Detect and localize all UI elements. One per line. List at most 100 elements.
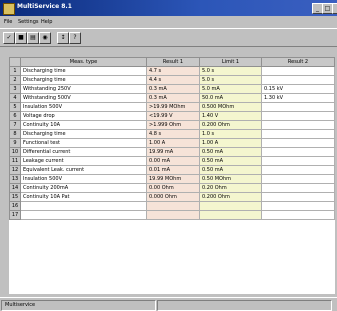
result-1-cell[interactable]: >1.999 Ohm <box>146 120 200 130</box>
result-1-cell[interactable]: 4.7 s <box>146 66 200 76</box>
row-number-cell[interactable]: 1 <box>9 66 21 76</box>
result-2-cell[interactable] <box>261 192 335 202</box>
row-number-cell[interactable]: 2 <box>9 75 21 85</box>
meas-type-cell[interactable]: Withstanding 500V <box>20 93 147 103</box>
table-row[interactable]: 5 Insulation 500V >19.99 MOhm 0.500 MOhm <box>9 102 335 112</box>
menu-file[interactable]: File <box>4 19 12 25</box>
column-header-limit-1[interactable]: Limit 1 <box>199 57 262 67</box>
table-row[interactable]: 15 Continuity 10A Pat 0.000 Ohm 0.200 Ohm <box>9 192 335 202</box>
meas-type-cell[interactable]: Discharging time <box>20 129 147 139</box>
result-1-cell[interactable]: 0.000 Ohm <box>146 192 200 202</box>
table-row[interactable]: 17 <box>9 210 335 220</box>
meas-type-cell[interactable]: Insulation 500V <box>20 102 147 112</box>
table-row[interactable]: 6 Voltage drop <19.99 V 1.40 V <box>9 111 335 121</box>
limit-1-cell[interactable]: 1.00 A <box>199 138 262 148</box>
result-1-cell[interactable]: <19.99 V <box>146 111 200 121</box>
result-1-cell[interactable]: >19.99 MOhm <box>146 102 200 112</box>
result-1-cell[interactable]: 0.3 mA <box>146 84 200 94</box>
result-2-cell[interactable] <box>261 111 335 121</box>
result-1-cell[interactable] <box>146 210 200 220</box>
result-2-cell[interactable] <box>261 165 335 175</box>
table-row[interactable]: 12 Equivalent Leak. current 0.01 mA 0.50 mA <box>9 165 335 175</box>
results-grid[interactable]: Meas. type Result 1 Limit 1 Result 2 1 Di… <box>9 57 335 294</box>
table-row[interactable]: 2 Discharging time 4.4 s 5.0 s <box>9 75 335 85</box>
row-number-cell[interactable]: 8 <box>9 129 21 139</box>
result-2-cell[interactable] <box>261 183 335 193</box>
result-1-cell[interactable]: 0.00 mA <box>146 156 200 166</box>
meas-type-cell[interactable]: Leakage current <box>20 156 147 166</box>
meas-type-cell[interactable] <box>20 210 147 220</box>
meas-type-cell[interactable]: Continuity 10A Pat <box>20 192 147 202</box>
help-icon[interactable]: ? <box>69 32 81 44</box>
row-number-cell[interactable]: 17 <box>9 210 21 220</box>
row-number-cell[interactable]: 10 <box>9 147 21 157</box>
limit-1-cell[interactable]: 0.50 mA <box>199 147 262 157</box>
limit-1-cell[interactable]: 1.0 s <box>199 129 262 139</box>
table-row[interactable]: 9 Functional test 1.00 A 1.00 A <box>9 138 335 148</box>
preview-icon[interactable]: ◉ <box>39 32 51 44</box>
table-row[interactable]: 8 Discharging time 4.8 s 1.0 s <box>9 129 335 139</box>
row-number-cell[interactable]: 14 <box>9 183 21 193</box>
row-number-cell[interactable]: 5 <box>9 102 21 112</box>
new-icon[interactable]: ✓ <box>3 32 15 44</box>
table-row[interactable]: 7 Continuity 10A >1.999 Ohm 0.200 Ohm <box>9 120 335 130</box>
result-2-cell[interactable] <box>261 102 335 112</box>
meas-type-cell[interactable]: Voltage drop <box>20 111 147 121</box>
meas-type-cell[interactable]: Continuity 200mA <box>20 183 147 193</box>
menu-settings[interactable]: Settings <box>18 19 39 25</box>
result-1-cell[interactable] <box>146 201 200 211</box>
meas-type-cell[interactable]: Withstanding 250V <box>20 84 147 94</box>
save-icon[interactable]: ■ <box>15 32 27 44</box>
limit-1-cell[interactable]: 0.200 Ohm <box>199 192 262 202</box>
limit-1-cell[interactable] <box>199 201 262 211</box>
result-2-cell[interactable] <box>261 156 335 166</box>
result-1-cell[interactable]: 4.8 s <box>146 129 200 139</box>
row-number-cell[interactable]: 13 <box>9 174 21 184</box>
limit-1-cell[interactable]: 0.50 mA <box>199 156 262 166</box>
limit-1-cell[interactable]: 50.0 mA <box>199 93 262 103</box>
row-number-cell[interactable]: 9 <box>9 138 21 148</box>
result-2-cell[interactable] <box>261 129 335 139</box>
result-2-cell[interactable]: 1.30 kV <box>261 93 335 103</box>
meas-type-cell[interactable]: Insulation 500V <box>20 174 147 184</box>
limit-1-cell[interactable]: 0.200 Ohm <box>199 120 262 130</box>
close-button[interactable] <box>332 3 337 14</box>
meas-type-cell[interactable]: Functional test <box>20 138 147 148</box>
limit-1-cell[interactable]: 0.50 mA <box>199 165 262 175</box>
row-number-cell[interactable]: 7 <box>9 120 21 130</box>
column-header-result-2[interactable]: Result 2 <box>261 57 335 67</box>
table-row[interactable]: 10 Differential current 19.99 mA 0.50 mA <box>9 147 335 157</box>
result-2-cell[interactable]: 0.15 kV <box>261 84 335 94</box>
column-header-result-1[interactable]: Result 1 <box>146 57 200 67</box>
row-number-cell[interactable]: 4 <box>9 93 21 103</box>
print-icon[interactable]: ▤ <box>27 32 39 44</box>
limit-1-cell[interactable] <box>199 210 262 220</box>
result-2-cell[interactable] <box>261 66 335 76</box>
result-2-cell[interactable] <box>261 120 335 130</box>
result-2-cell[interactable] <box>261 174 335 184</box>
result-2-cell[interactable] <box>261 138 335 148</box>
limit-1-cell[interactable]: 1.40 V <box>199 111 262 121</box>
table-row[interactable]: 3 Withstanding 250V 0.3 mA 5.0 mA 0.15 kV <box>9 84 335 94</box>
limit-1-cell[interactable]: 0.20 Ohm <box>199 183 262 193</box>
limit-1-cell[interactable]: 5.0 mA <box>199 84 262 94</box>
result-2-cell[interactable] <box>261 201 335 211</box>
result-1-cell[interactable]: 19.99 MOhm <box>146 174 200 184</box>
settings-icon[interactable]: ↕ <box>57 32 69 44</box>
result-2-cell[interactable] <box>261 75 335 85</box>
meas-type-cell[interactable]: Continuity 10A <box>20 120 147 130</box>
row-number-cell[interactable]: 11 <box>9 156 21 166</box>
limit-1-cell[interactable]: 5.0 s <box>199 75 262 85</box>
result-1-cell[interactable]: 0.01 mA <box>146 165 200 175</box>
limit-1-cell[interactable]: 0.500 MOhm <box>199 102 262 112</box>
limit-1-cell[interactable]: 5.0 s <box>199 66 262 76</box>
table-row[interactable]: 13 Insulation 500V 19.99 MOhm 0.50 MOhm <box>9 174 335 184</box>
meas-type-cell[interactable]: Differential current <box>20 147 147 157</box>
result-1-cell[interactable]: 1.00 A <box>146 138 200 148</box>
table-row[interactable]: 4 Withstanding 500V 0.3 mA 50.0 mA 1.30 kV <box>9 93 335 103</box>
result-2-cell[interactable] <box>261 147 335 157</box>
meas-type-cell[interactable]: Discharging time <box>20 66 147 76</box>
result-1-cell[interactable]: 0.3 mA <box>146 93 200 103</box>
limit-1-cell[interactable]: 0.50 MOhm <box>199 174 262 184</box>
menu-help[interactable]: Help <box>41 19 52 25</box>
